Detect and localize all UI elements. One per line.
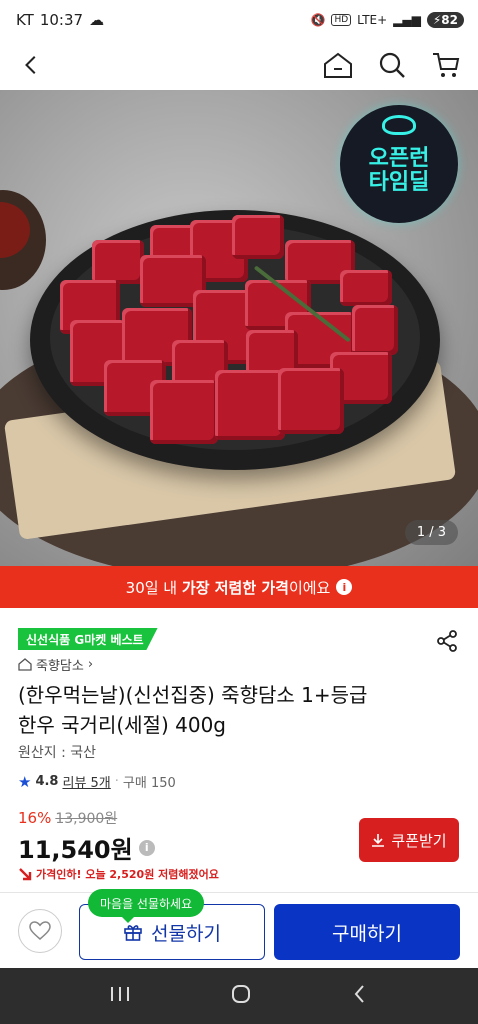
banner-text: 30일 내 가장 저렴한 가격이에요 bbox=[126, 577, 331, 598]
down-arrow-icon bbox=[19, 868, 32, 881]
battery-level: 82 bbox=[441, 13, 458, 27]
beef-cube bbox=[278, 368, 344, 434]
origin-info: 원산지 : 국산 bbox=[18, 745, 97, 761]
product-title-line2: 한우 국거리(세절) 400g bbox=[18, 713, 226, 737]
home-circle-icon bbox=[231, 985, 250, 1003]
gift-icon bbox=[124, 925, 142, 941]
gift-tooltip: 마음을 선물하세요 bbox=[88, 889, 205, 923]
hd-icon: HD bbox=[331, 14, 352, 26]
gift-label: 선물하기 bbox=[151, 922, 221, 945]
lowest-price-banner[interactable]: 30일 내 가장 저렴한 가격이에요 i bbox=[0, 566, 478, 608]
share-icon bbox=[437, 630, 457, 652]
cart-icon bbox=[433, 53, 460, 77]
buy-button[interactable]: 구매하기 bbox=[274, 904, 460, 960]
heart-icon bbox=[29, 921, 51, 940]
search-icon bbox=[379, 52, 405, 78]
store-name: 죽향담소 bbox=[36, 659, 84, 674]
network-label: LTE+ bbox=[357, 13, 388, 27]
store-home-icon bbox=[18, 658, 32, 671]
notification-icon: ☁ bbox=[89, 11, 105, 29]
signal-icon: ▂▄▆ bbox=[393, 13, 421, 27]
mute-icon: 🔇 bbox=[310, 13, 326, 27]
final-price: 11,540원 bbox=[18, 836, 133, 864]
product-title-line1: (한우먹는날)(신선집중) 죽향담소 1+등급 bbox=[18, 683, 368, 707]
store-link[interactable]: 죽향담소 › bbox=[18, 655, 93, 674]
coupon-button[interactable]: 쿠폰받기 bbox=[359, 818, 459, 862]
badge-line1: 오픈런 bbox=[368, 145, 430, 171]
alarm-clock-icon bbox=[382, 115, 416, 135]
home-icon bbox=[324, 52, 352, 78]
clock-time: 10:37 bbox=[39, 11, 84, 29]
chevron-right-icon: › bbox=[87, 657, 94, 672]
final-price-row: 11,540원 i bbox=[18, 830, 155, 865]
chevron-left-icon bbox=[25, 56, 36, 74]
badge-line2: 타임딜 bbox=[368, 170, 430, 195]
download-icon bbox=[372, 834, 385, 847]
banner-highlight: 가장 저렴한 가격 bbox=[181, 578, 289, 597]
best-badge: 신선식품 G마켓 베스트 bbox=[18, 628, 158, 650]
beef-cube bbox=[352, 305, 398, 355]
beef-cube bbox=[215, 370, 285, 440]
share-button[interactable] bbox=[432, 626, 462, 656]
product-image-carousel[interactable]: 오픈런 타임딜 1 / 3 bbox=[0, 90, 478, 566]
product-title: (한우먹는날)(신선집중) 죽향담소 1+등급 한우 국거리(세절) 400g bbox=[18, 680, 458, 740]
discount-row: 16% 13,900원 bbox=[18, 808, 117, 828]
battery-indicator: ⚡82 bbox=[426, 12, 464, 28]
star-icon: ★ bbox=[18, 772, 32, 791]
recent-apps-icon bbox=[111, 987, 130, 1001]
discount-percent: 16% bbox=[18, 809, 52, 827]
rating-row: ★ 4.8 리뷰 5개 · 구매 150 bbox=[18, 772, 176, 792]
banner-prefix: 30일 내 bbox=[125, 578, 182, 597]
beef-cube bbox=[232, 215, 284, 259]
coupon-label: 쿠폰받기 bbox=[391, 831, 447, 850]
back-button[interactable] bbox=[16, 49, 48, 81]
carrier-label: KT bbox=[16, 11, 34, 29]
price-drop-text: 가격인하! 오늘 2,520원 저렴해졌어요 bbox=[36, 868, 219, 881]
back-chevron-icon bbox=[354, 985, 364, 1003]
home-system-button[interactable] bbox=[230, 983, 252, 1009]
cart-button[interactable] bbox=[430, 49, 462, 81]
original-price: 13,900원 bbox=[55, 811, 118, 827]
purchase-count: 구매 150 bbox=[122, 776, 176, 791]
bottom-action-bar: 선물하기 마음을 선물하세요 구매하기 bbox=[0, 889, 478, 968]
beef-cube bbox=[340, 270, 392, 306]
home-button[interactable] bbox=[322, 49, 354, 81]
separator-dot: · bbox=[114, 774, 119, 789]
rating-score: 4.8 bbox=[35, 774, 59, 789]
price-drop-note: 가격인하! 오늘 2,520원 저렴해졌어요 bbox=[18, 866, 219, 882]
top-nav bbox=[0, 40, 478, 90]
wishlist-button[interactable] bbox=[18, 909, 62, 953]
reviews-link[interactable]: 리뷰 5개 bbox=[62, 772, 110, 791]
price-info-icon[interactable]: i bbox=[138, 839, 155, 856]
banner-suffix: 이에요 bbox=[288, 578, 331, 597]
slide-counter: 1 / 3 bbox=[404, 520, 458, 545]
search-button[interactable] bbox=[376, 49, 408, 81]
system-nav-bar bbox=[0, 968, 478, 1024]
back-system-button[interactable] bbox=[351, 983, 369, 1009]
beef-cube bbox=[150, 380, 218, 444]
beef-cube bbox=[92, 240, 144, 284]
info-icon[interactable]: i bbox=[336, 579, 353, 595]
recent-apps-button[interactable] bbox=[109, 985, 131, 1007]
status-bar: KT 10:37 ☁ 🔇 HD LTE+ ▂▄▆ ⚡82 bbox=[0, 0, 478, 40]
open-run-timedeal-badge: 오픈런 타임딜 bbox=[340, 105, 458, 223]
